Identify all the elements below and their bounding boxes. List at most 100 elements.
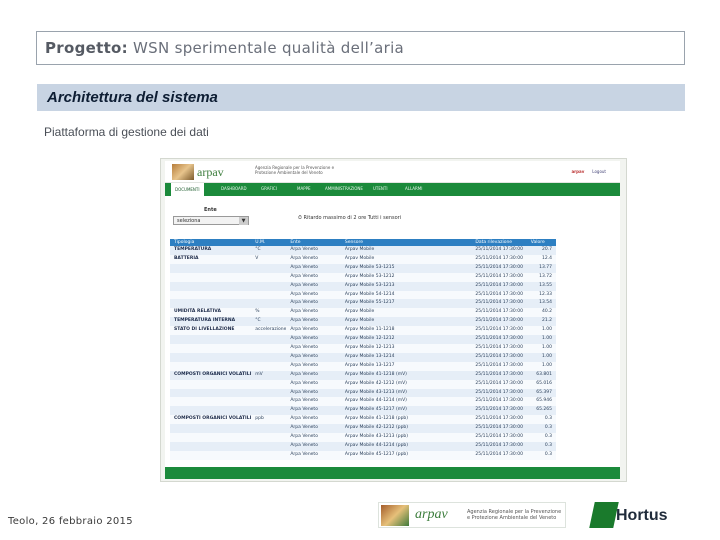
table-row[interactable]: Arpa Veneto Arpav Mobile 12-1212 25/11/201… — [170, 335, 556, 344]
table-cell: Arpa Veneto — [286, 450, 341, 460]
table-cell: Arpa Veneto — [286, 326, 341, 336]
col-sensore[interactable]: Sensore — [340, 239, 472, 246]
col-tipologia[interactable]: Tipologia — [170, 239, 252, 246]
table-row[interactable]: Arpa Veneto Arpav Mobile 12-1213 25/11/201… — [170, 343, 556, 353]
table-cell: Arpav Mobile 45-1217 (ppb) — [340, 450, 472, 460]
table-row[interactable]: COMPOSTI ORGANICI VOLATILI mV Arpa Veneto A… — [170, 370, 556, 380]
table-cell — [170, 379, 252, 389]
table-cell: Arpa Veneto — [286, 415, 341, 425]
nav-item-allarmi[interactable]: Allarmi — [405, 186, 422, 191]
table-row[interactable]: Arpa Veneto Arpav Mobile 43-1213 (mV) 25/1… — [170, 388, 556, 398]
table-cell: 25/11/2014 17:30:00 — [471, 370, 527, 380]
table-row[interactable]: Arpa Veneto Arpav Mobile 13-1217 25/11/201… — [170, 361, 556, 371]
table-cell: 21.2 — [526, 317, 556, 327]
table-cell: 12.33 — [526, 290, 556, 300]
table-cell: Arpav Mobile 12-1213 — [340, 343, 472, 353]
table-cell: Arpav Mobile — [340, 317, 472, 327]
table-cell — [170, 299, 252, 309]
table-cell: 12.4 — [526, 254, 556, 264]
table-cell — [251, 343, 287, 353]
table-cell: Arpav Mobile 53-1212 — [340, 272, 472, 282]
table-cell — [251, 388, 287, 398]
table-row[interactable]: Arpa Veneto Arpav Mobile 44-1214 (ppb) 25/… — [170, 441, 556, 451]
agency-name: Agenzia Regionale per la Prevenzione e P… — [467, 509, 562, 521]
table-row[interactable]: Arpa Veneto Arpav Mobile 53-1213 25/11/201… — [170, 281, 556, 291]
table-row[interactable]: Arpa Veneto Arpav Mobile 45-1217 (mV) 25/1… — [170, 406, 556, 416]
table-cell: V — [251, 254, 287, 264]
table-row[interactable]: UMIDITÀ RELATIVA% Arpa Veneto Arpav Mobile… — [170, 308, 556, 318]
table-cell: 25/11/2014 17:30:00 — [471, 450, 527, 460]
table-cell: Arpav Mobile 44-1214 (mV) — [340, 397, 472, 407]
table-cell: 25/11/2014 17:30:00 — [471, 397, 527, 407]
table-cell — [170, 406, 252, 416]
table-cell — [251, 335, 287, 344]
table-row[interactable]: Arpa Veneto Arpav Mobile 43-1213 (ppb) 25/… — [170, 433, 556, 442]
logout-link[interactable]: Logout — [592, 169, 606, 174]
table-row[interactable]: Arpa Veneto Arpav Mobile 53-1215 25/11/201… — [170, 263, 556, 273]
table-cell: 25/11/2014 17:30:00 — [471, 281, 527, 291]
table-row[interactable]: Arpa Veneto Arpav Mobile 53-1212 25/11/201… — [170, 272, 556, 282]
table-cell: Arpa Veneto — [286, 246, 341, 255]
table-cell — [170, 263, 252, 273]
table-cell: Arpav Mobile 45-1217 (mV) — [340, 406, 472, 416]
table-cell: Arpa Veneto — [286, 335, 341, 344]
table-row[interactable]: Arpa Veneto Arpav Mobile 54-1214 25/11/201… — [170, 290, 556, 300]
table-cell: 25/11/2014 17:30:00 — [471, 361, 527, 371]
table-cell: mV — [251, 370, 287, 380]
table-cell: STATO DI LIVELLAZIONE — [170, 326, 252, 336]
table-row[interactable]: STATO DI LIVELLAZIONE accelerazione Arpa V… — [170, 326, 556, 336]
table-cell: Arpa Veneto — [286, 308, 341, 318]
table-cell — [170, 441, 252, 451]
col-ente[interactable]: Ente — [286, 239, 341, 246]
table-cell — [251, 450, 287, 460]
table-cell: TEMPERATURA INTERNA — [170, 317, 252, 327]
table-cell — [251, 361, 287, 371]
table-cell: 40.2 — [526, 308, 556, 318]
table-cell: 0.3 — [526, 433, 556, 442]
table-cell: 25/11/2014 17:30:00 — [471, 317, 527, 327]
table-row[interactable]: TEMPERATURA °C Arpa Veneto Arpav Mobile 25/1… — [170, 246, 556, 255]
table-cell: 25/11/2014 17:30:00 — [471, 424, 527, 434]
table-cell: 25/11/2014 17:30:00 — [471, 343, 527, 353]
table-cell: 25/11/2014 17:30:00 — [471, 335, 527, 344]
nav-item-amministrazione[interactable]: Amministrazione — [325, 186, 363, 191]
agency-name: Agenzia Regionale per la Prevenzione e P… — [255, 165, 335, 175]
table-row[interactable]: Arpa Veneto Arpav Mobile 42-1212 (mV) 25/1… — [170, 379, 556, 389]
table-header-row: Tipologia U.M. Ente Sensore Data rilevaz… — [170, 239, 556, 246]
table-cell: Arpav Mobile 42-1212 (mV) — [340, 379, 472, 389]
table-cell: Arpav Mobile 12-1212 — [340, 335, 472, 344]
table-cell: Arpav Mobile 42-1212 (ppb) — [340, 424, 472, 434]
table-cell: Arpav Mobile 53-1215 — [340, 263, 472, 273]
table-cell: 25/11/2014 17:30:00 — [471, 388, 527, 398]
table-row[interactable]: BATTERIA V Arpa Veneto Arpav Mobile 25/11/20… — [170, 254, 556, 264]
table-cell: °C — [251, 317, 287, 327]
table-row[interactable]: COMPOSTI ORGANICI VOLATILI ppb Arpa Veneto… — [170, 415, 556, 425]
slide-title: Progetto: WSN sperimentale qualità dell’… — [45, 39, 404, 57]
col-data[interactable]: Data rilevazione — [471, 239, 527, 246]
table-row[interactable]: Arpa Veneto Arpav Mobile 42-1212 (ppb) 25/… — [170, 424, 556, 434]
table-cell: Arpa Veneto — [286, 388, 341, 398]
table-row[interactable]: Arpa Veneto Arpav Mobile 45-1217 (ppb) 25/… — [170, 450, 556, 460]
table-cell: accelerazione — [251, 326, 287, 336]
ente-select[interactable]: seleziona ▼ — [173, 216, 249, 225]
filter-label: Ente — [204, 207, 217, 213]
table-cell — [251, 290, 287, 300]
nav-item-mappe[interactable]: Mappe — [297, 186, 311, 191]
table-cell: Arpa Veneto — [286, 352, 341, 362]
chevron-down-icon: ▼ — [239, 217, 248, 225]
table-row[interactable]: Arpa Veneto Arpav Mobile 55-1217 25/11/201… — [170, 299, 556, 309]
col-valore[interactable]: Valore — [526, 239, 556, 246]
table-cell — [170, 343, 252, 353]
table-cell — [251, 397, 287, 407]
table-row[interactable]: Arpa Veneto Arpav Mobile 13-1214 25/11/201… — [170, 352, 556, 362]
nav-item-grafici[interactable]: Grafici — [261, 186, 277, 191]
nav-item-dashboard[interactable]: Dashboard — [221, 186, 247, 191]
nav-item-utenti[interactable]: Utenti — [373, 186, 388, 191]
col-um[interactable]: U.M. — [251, 239, 287, 246]
table-cell — [170, 397, 252, 407]
table-cell: °C — [251, 246, 287, 255]
hortus-logo-text: Hortus — [616, 507, 668, 524]
table-row[interactable]: TEMPERATURA INTERNA °C Arpa Veneto Arpav Mo… — [170, 317, 556, 327]
nav-item-documenti[interactable]: Documenti — [171, 183, 204, 196]
table-row[interactable]: Arpa Veneto Arpav Mobile 44-1214 (mV) 25/1… — [170, 397, 556, 407]
